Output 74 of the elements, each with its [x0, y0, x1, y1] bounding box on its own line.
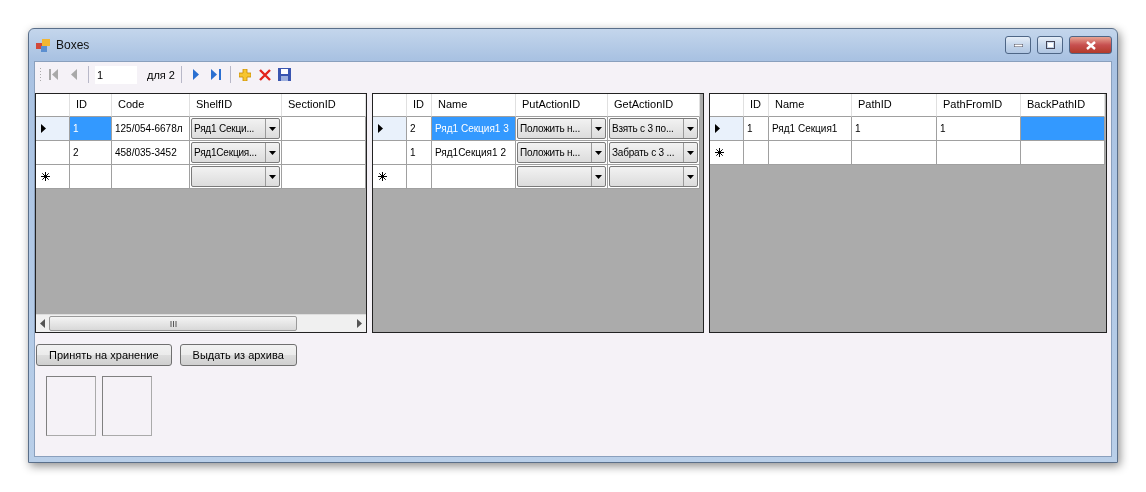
dropdown[interactable]: Положить н... [517, 118, 606, 139]
save-icon[interactable] [276, 65, 293, 84]
record-count: для 2 [147, 68, 175, 81]
caret-icon [687, 126, 694, 131]
close-icon [1085, 40, 1096, 50]
table-cell: 1 [744, 117, 769, 141]
row-header[interactable] [373, 165, 407, 189]
column-header[interactable]: ID [407, 94, 432, 117]
dropdown[interactable]: Ряд1 Секци... [191, 118, 280, 139]
row-header[interactable] [36, 165, 70, 189]
dropdown[interactable]: Взять с 3 по... [609, 118, 698, 139]
column-header[interactable]: BackPathID [1021, 94, 1105, 117]
column-header[interactable]: PathID [852, 94, 937, 117]
asterisk-icon [41, 172, 50, 181]
scroll-right-icon [357, 319, 362, 328]
position-field[interactable]: 1 [95, 65, 137, 84]
column-header[interactable]: ID [744, 94, 769, 117]
horizontal-scrollbar[interactable] [36, 314, 366, 332]
minimize-button[interactable] [1005, 36, 1031, 54]
column-header[interactable]: PathFromID [937, 94, 1021, 117]
table-cell: Ряд1 Секция1 [769, 117, 852, 141]
caret-icon [595, 174, 602, 179]
table-cell: 1 [70, 117, 112, 141]
dropdown[interactable]: Положить н... [517, 142, 606, 163]
maximize-icon [1045, 41, 1055, 49]
minimize-icon [1013, 43, 1023, 47]
column-header[interactable]: ShelfID [190, 94, 282, 117]
caret-icon [687, 150, 694, 155]
picture-frame [102, 376, 152, 436]
corner-header [373, 94, 407, 117]
row-header[interactable] [373, 117, 407, 141]
current-row-icon [378, 124, 383, 133]
row-header[interactable] [36, 117, 70, 141]
caret-icon [269, 174, 276, 179]
table-cell: 2 [407, 117, 432, 141]
column-header[interactable]: Name [769, 94, 852, 117]
caret-icon [269, 150, 276, 155]
caret-icon [595, 126, 602, 131]
table-cell: 125/054-6678л [112, 117, 190, 141]
asterisk-icon [378, 172, 387, 181]
dropdown[interactable]: Ряд1Секция... [191, 142, 280, 163]
current-row-icon [41, 124, 46, 133]
caret-icon [595, 150, 602, 155]
table-cell: 1 [937, 117, 1021, 141]
row-header[interactable] [710, 141, 744, 165]
action-button[interactable]: Выдать из архива [179, 344, 297, 366]
column-header[interactable]: SectionID [282, 94, 366, 117]
table-cell: Ряд1 Секция1 3 [432, 117, 516, 141]
table-cell: 458/035-3452 [112, 141, 190, 165]
current-row-icon [715, 124, 720, 133]
asterisk-icon [715, 148, 724, 157]
column-header[interactable]: ID [70, 94, 112, 117]
corner-header [710, 94, 744, 117]
window-title: Boxes [56, 38, 91, 52]
column-header[interactable]: Name [432, 94, 516, 117]
scroll-left-icon [40, 319, 45, 328]
table-cell: Ряд1Секция1 2 [432, 141, 516, 165]
column-header[interactable]: Code [112, 94, 190, 117]
action-button[interactable]: Принять на хранение [36, 344, 172, 366]
app-icon [36, 38, 50, 52]
caret-icon [687, 174, 694, 179]
table-cell: 1 [852, 117, 937, 141]
table-cell: 1 [407, 141, 432, 165]
column-header[interactable]: GetActionID [608, 94, 700, 117]
table-cell: 2 [70, 141, 112, 165]
scrollbar-thumb[interactable] [49, 316, 297, 331]
corner-header [36, 94, 70, 117]
picture-frame [46, 376, 96, 436]
close-button[interactable] [1069, 36, 1112, 54]
maximize-button[interactable] [1037, 36, 1063, 54]
caret-icon [269, 126, 276, 131]
row-header[interactable] [710, 117, 744, 141]
column-header[interactable]: PutActionID [516, 94, 608, 117]
dropdown[interactable]: Забрать с 3 ... [609, 142, 698, 163]
